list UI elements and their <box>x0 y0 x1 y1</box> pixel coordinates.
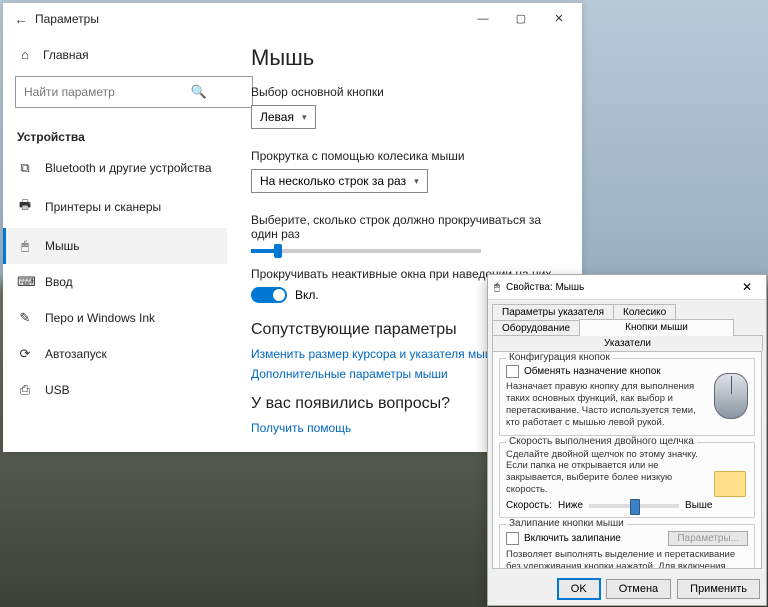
home-label: Главная <box>43 48 89 62</box>
page-title: Мышь <box>251 45 558 71</box>
lines-to-scroll-label: Выберите, сколько строк должно прокручив… <box>251 213 558 241</box>
titlebar: ← Параметры — ▢ ✕ <box>3 3 582 35</box>
close-button[interactable]: ✕ <box>540 3 578 35</box>
sidebar-item-typing[interactable]: ⌨ Ввод <box>3 264 227 300</box>
lines-slider[interactable] <box>251 249 481 253</box>
home-icon: ⌂ <box>17 47 33 62</box>
tab-pointers[interactable]: Указатели <box>492 335 763 351</box>
group-title: Залипание кнопки мыши <box>506 518 627 529</box>
home-link[interactable]: ⌂ Главная <box>3 41 227 68</box>
inactive-scroll-toggle[interactable] <box>251 287 287 303</box>
doubleclick-desc: Сделайте двойной щелчок по этому значку.… <box>506 449 748 497</box>
autoplay-icon: ⟳ <box>17 346 33 362</box>
dialog-titlebar: 🖱 Свойства: Мышь ✕ <box>488 275 766 300</box>
devices-icon: ⧉ <box>17 160 33 176</box>
maximize-button[interactable]: ▢ <box>502 3 540 35</box>
apply-button[interactable]: Применить <box>677 579 760 599</box>
sidebar-item-label: Принтеры и сканеры <box>45 200 161 214</box>
pen-icon: ✎ <box>17 310 33 326</box>
folder-test-icon[interactable] <box>714 471 746 497</box>
checkbox-label: Обменять назначение кнопок <box>524 366 661 377</box>
ok-button[interactable]: OK <box>558 579 600 599</box>
slider-thumb[interactable] <box>630 499 640 515</box>
search-input[interactable] <box>15 76 253 108</box>
doubleclick-group: Скорость выполнения двойного щелчка Сдел… <box>499 442 755 519</box>
chevron-down-icon: ▾ <box>302 112 307 123</box>
clicklock-group: Залипание кнопки мыши Включить залипание… <box>499 524 755 569</box>
slider-thumb[interactable] <box>274 244 282 258</box>
mouse-properties-dialog: 🖱 Свойства: Мышь ✕ Параметры указателя К… <box>487 274 767 606</box>
tab-pointer-options[interactable]: Параметры указателя <box>492 304 614 320</box>
speed-label: Скорость: <box>506 500 552 511</box>
sidebar-section-title: Устройства <box>3 116 227 150</box>
speed-slow-label: Ниже <box>558 500 583 511</box>
search-icon: 🔍 <box>191 84 207 100</box>
window-title: Параметры <box>35 12 99 26</box>
checkbox-label: Включить залипание <box>524 533 621 544</box>
sidebar-item-printers[interactable]: 🖶 Принтеры и сканеры <box>3 186 227 228</box>
mouse-icon: 🖱 <box>17 238 33 254</box>
group-title: Скорость выполнения двойного щелчка <box>506 436 697 447</box>
dialog-close-button[interactable]: ✕ <box>734 280 760 294</box>
tab-content: Конфигурация кнопок Обменять назначение … <box>492 351 762 569</box>
sidebar-item-pen[interactable]: ✎ Перо и Windows Ink <box>3 300 227 336</box>
clicklock-checkbox[interactable]: Включить залипание <box>506 532 621 545</box>
swap-buttons-desc: Назначает правую кнопку для выполнения т… <box>506 381 748 429</box>
dialog-tabs: Параметры указателя Колесико Оборудовани… <box>488 300 766 351</box>
chevron-down-icon: ▾ <box>414 176 419 187</box>
clicklock-desc: Позволяет выполнять выделение и перетаск… <box>506 549 748 569</box>
minimize-button[interactable]: — <box>464 3 502 35</box>
mouse-preview-image <box>714 373 748 419</box>
scroll-wheel-dropdown[interactable]: На несколько строк за раз ▾ <box>251 169 428 193</box>
back-icon[interactable]: ← <box>7 11 35 27</box>
toggle-state-label: Вкл. <box>295 288 319 302</box>
scroll-wheel-label: Прокрутка с помощью колесика мыши <box>251 149 558 163</box>
primary-button-dropdown[interactable]: Левая ▾ <box>251 105 316 129</box>
checkbox-icon <box>506 365 519 378</box>
button-config-group: Конфигурация кнопок Обменять назначение … <box>499 358 755 436</box>
dropdown-value: Левая <box>260 110 294 124</box>
primary-button-label: Выбор основной кнопки <box>251 85 558 99</box>
keyboard-icon: ⌨ <box>17 274 33 290</box>
tab-wheel[interactable]: Колесико <box>613 304 676 320</box>
clicklock-params-button: Параметры... <box>668 531 748 546</box>
tab-buttons[interactable]: Кнопки мыши <box>579 319 734 336</box>
sidebar-item-autoplay[interactable]: ⟳ Автозапуск <box>3 336 227 372</box>
sidebar-item-label: Ввод <box>45 275 73 289</box>
sidebar-item-label: Автозапуск <box>45 347 107 361</box>
dialog-button-row: OK Отмена Применить <box>488 573 766 605</box>
sidebar-item-mouse[interactable]: 🖱 Мышь <box>3 228 227 264</box>
sidebar-item-label: USB <box>45 383 70 397</box>
swap-buttons-checkbox[interactable]: Обменять назначение кнопок <box>506 365 748 378</box>
dialog-title: Свойства: Мышь <box>506 282 584 293</box>
usb-icon: ⎙ <box>17 382 33 398</box>
sidebar: ⌂ Главная 🔍 Устройства ⧉ Bluetooth и друг… <box>3 35 227 452</box>
printer-icon: 🖶 <box>17 196 33 218</box>
doubleclick-speed-slider[interactable] <box>589 504 679 508</box>
cancel-button[interactable]: Отмена <box>606 579 671 599</box>
sidebar-item-label: Bluetooth и другие устройства <box>45 161 212 175</box>
sidebar-item-label: Мышь <box>45 239 80 253</box>
sidebar-item-label: Перо и Windows Ink <box>45 311 155 325</box>
group-title: Конфигурация кнопок <box>506 352 613 363</box>
mouse-icon: 🖱 <box>494 282 500 293</box>
sidebar-item-usb[interactable]: ⎙ USB <box>3 372 227 408</box>
tab-hardware[interactable]: Оборудование <box>492 320 580 336</box>
checkbox-icon <box>506 532 519 545</box>
speed-fast-label: Выше <box>685 500 712 511</box>
dropdown-value: На несколько строк за раз <box>260 174 406 188</box>
sidebar-item-bluetooth[interactable]: ⧉ Bluetooth и другие устройства <box>3 150 227 186</box>
